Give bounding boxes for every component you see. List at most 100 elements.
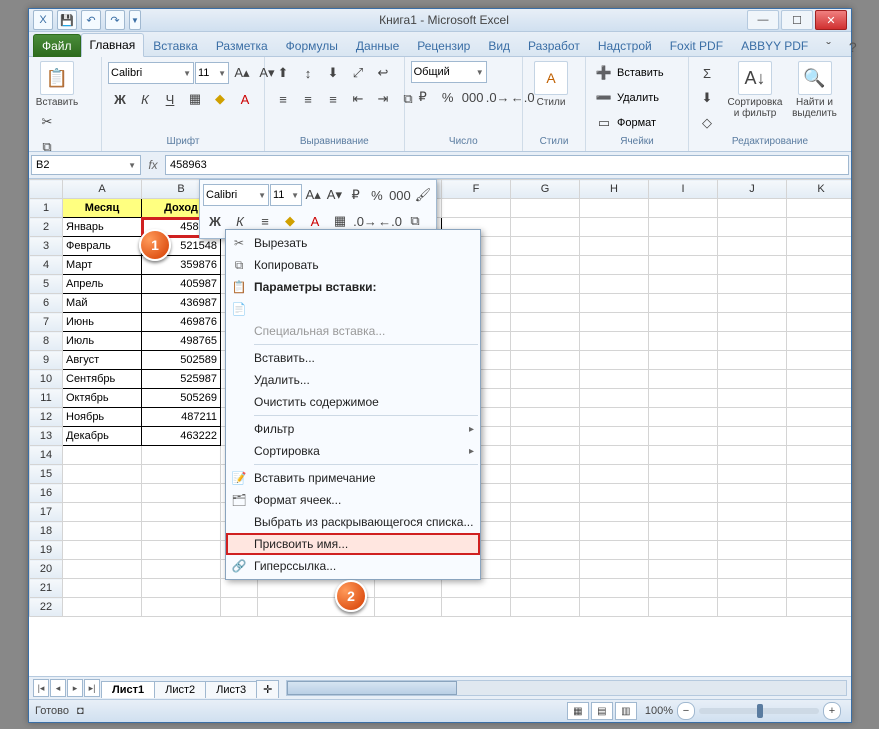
delete-cells-button[interactable]: ➖Удалить <box>592 86 659 110</box>
sort-filter-button[interactable]: A↓ Сортировка и фильтр <box>725 61 785 119</box>
sheet-tab-2[interactable]: Лист2 <box>154 681 206 698</box>
font-color-button[interactable]: A <box>233 87 257 111</box>
mini-format-painter-icon[interactable]: 🖌 <box>413 183 433 207</box>
find-select-button[interactable]: 🔍 Найти и выделить <box>787 61 842 119</box>
cell-J19[interactable] <box>718 541 787 560</box>
cell-A11[interactable]: Октябрь <box>63 389 142 408</box>
cell-G21[interactable] <box>511 579 580 598</box>
cell-I7[interactable] <box>649 313 718 332</box>
tab-formulas[interactable]: Формулы <box>277 34 347 57</box>
cell-K8[interactable] <box>787 332 852 351</box>
italic-button[interactable]: К <box>133 87 157 111</box>
cell-G22[interactable] <box>511 598 580 617</box>
ctx-sort[interactable]: Сортировка▸ <box>226 440 480 462</box>
cell-I6[interactable] <box>649 294 718 313</box>
row-header-14[interactable]: 14 <box>30 446 63 465</box>
tab-insert[interactable]: Вставка <box>144 34 207 57</box>
cell-B12[interactable]: 487211 <box>142 408 221 427</box>
cell-K15[interactable] <box>787 465 852 484</box>
cell-G13[interactable] <box>511 427 580 446</box>
sheet-nav-prev-icon[interactable]: ◂ <box>50 679 66 697</box>
styles-button[interactable]: A Стили <box>529 61 573 108</box>
row-header-12[interactable]: 12 <box>30 408 63 427</box>
cell-H15[interactable] <box>580 465 649 484</box>
cell-J13[interactable] <box>718 427 787 446</box>
col-header-K[interactable]: K <box>787 180 852 199</box>
row-header-2[interactable]: 2 <box>30 218 63 237</box>
cell-G8[interactable] <box>511 332 580 351</box>
cell-I22[interactable] <box>649 598 718 617</box>
align-top-icon[interactable]: ⬆ <box>271 61 295 85</box>
cell-I5[interactable] <box>649 275 718 294</box>
help-button[interactable]: ? <box>840 36 866 57</box>
cell-J12[interactable] <box>718 408 787 427</box>
cell-B6[interactable]: 436987 <box>142 294 221 313</box>
ctx-filter[interactable]: Фильтр▸ <box>226 418 480 440</box>
cell-A8[interactable]: Июль <box>63 332 142 351</box>
cell-E21[interactable] <box>375 579 442 598</box>
cell-I14[interactable] <box>649 446 718 465</box>
cell-K3[interactable] <box>787 237 852 256</box>
tab-addins[interactable]: Надстрой <box>589 34 661 57</box>
cell-B9[interactable]: 502589 <box>142 351 221 370</box>
cell-G16[interactable] <box>511 484 580 503</box>
border-button[interactable]: ▦ <box>183 87 207 111</box>
col-header-J[interactable]: J <box>718 180 787 199</box>
cell-B14[interactable] <box>142 446 221 465</box>
cell-A7[interactable]: Июнь <box>63 313 142 332</box>
ctx-hyperlink[interactable]: 🔗Гиперссылка... <box>226 555 480 577</box>
ctx-delete[interactable]: Удалить... <box>226 369 480 391</box>
cell-I4[interactable] <box>649 256 718 275</box>
row-header-5[interactable]: 5 <box>30 275 63 294</box>
cell-B7[interactable]: 469876 <box>142 313 221 332</box>
ctx-insert-comment[interactable]: 📝Вставить примечание <box>226 467 480 489</box>
mini-font-combo[interactable]: Calibri▼ <box>203 184 269 206</box>
cell-I11[interactable] <box>649 389 718 408</box>
row-header-8[interactable]: 8 <box>30 332 63 351</box>
cell-H7[interactable] <box>580 313 649 332</box>
cell-J5[interactable] <box>718 275 787 294</box>
cell-G12[interactable] <box>511 408 580 427</box>
tab-file[interactable]: Файл <box>33 34 81 57</box>
cell-B10[interactable]: 525987 <box>142 370 221 389</box>
font-size-combo[interactable]: 11▼ <box>195 62 229 84</box>
cell-B19[interactable] <box>142 541 221 560</box>
cell-B16[interactable] <box>142 484 221 503</box>
cell-I2[interactable] <box>649 218 718 237</box>
cell-H5[interactable] <box>580 275 649 294</box>
cell-G3[interactable] <box>511 237 580 256</box>
sheet-tab-3[interactable]: Лист3 <box>205 681 257 698</box>
cell-J3[interactable] <box>718 237 787 256</box>
cell-H17[interactable] <box>580 503 649 522</box>
cell-G18[interactable] <box>511 522 580 541</box>
cell-G5[interactable] <box>511 275 580 294</box>
cell-B11[interactable]: 505269 <box>142 389 221 408</box>
underline-button[interactable]: Ч <box>158 87 182 111</box>
cell-J4[interactable] <box>718 256 787 275</box>
cell-J1[interactable] <box>718 199 787 218</box>
cell-C22[interactable] <box>221 598 258 617</box>
minimize-button[interactable]: — <box>747 10 779 30</box>
cell-K19[interactable] <box>787 541 852 560</box>
cell-I13[interactable] <box>649 427 718 446</box>
cell-J9[interactable] <box>718 351 787 370</box>
cell-F21[interactable] <box>442 579 511 598</box>
cell-K13[interactable] <box>787 427 852 446</box>
cell-K20[interactable] <box>787 560 852 579</box>
cell-K10[interactable] <box>787 370 852 389</box>
cell-J20[interactable] <box>718 560 787 579</box>
row-header-22[interactable]: 22 <box>30 598 63 617</box>
bold-button[interactable]: Ж <box>108 87 132 111</box>
cell-K9[interactable] <box>787 351 852 370</box>
cell-J14[interactable] <box>718 446 787 465</box>
cell-G7[interactable] <box>511 313 580 332</box>
cell-A20[interactable] <box>63 560 142 579</box>
cell-J11[interactable] <box>718 389 787 408</box>
ctx-insert[interactable]: Вставить... <box>226 347 480 369</box>
cell-A4[interactable]: Март <box>63 256 142 275</box>
cell-I8[interactable] <box>649 332 718 351</box>
ctx-define-name[interactable]: Присвоить имя... <box>226 533 480 555</box>
font-name-combo[interactable]: Calibri▼ <box>108 62 194 84</box>
align-left-icon[interactable]: ≡ <box>271 87 295 111</box>
tab-foxit[interactable]: Foxit PDF <box>661 34 732 57</box>
